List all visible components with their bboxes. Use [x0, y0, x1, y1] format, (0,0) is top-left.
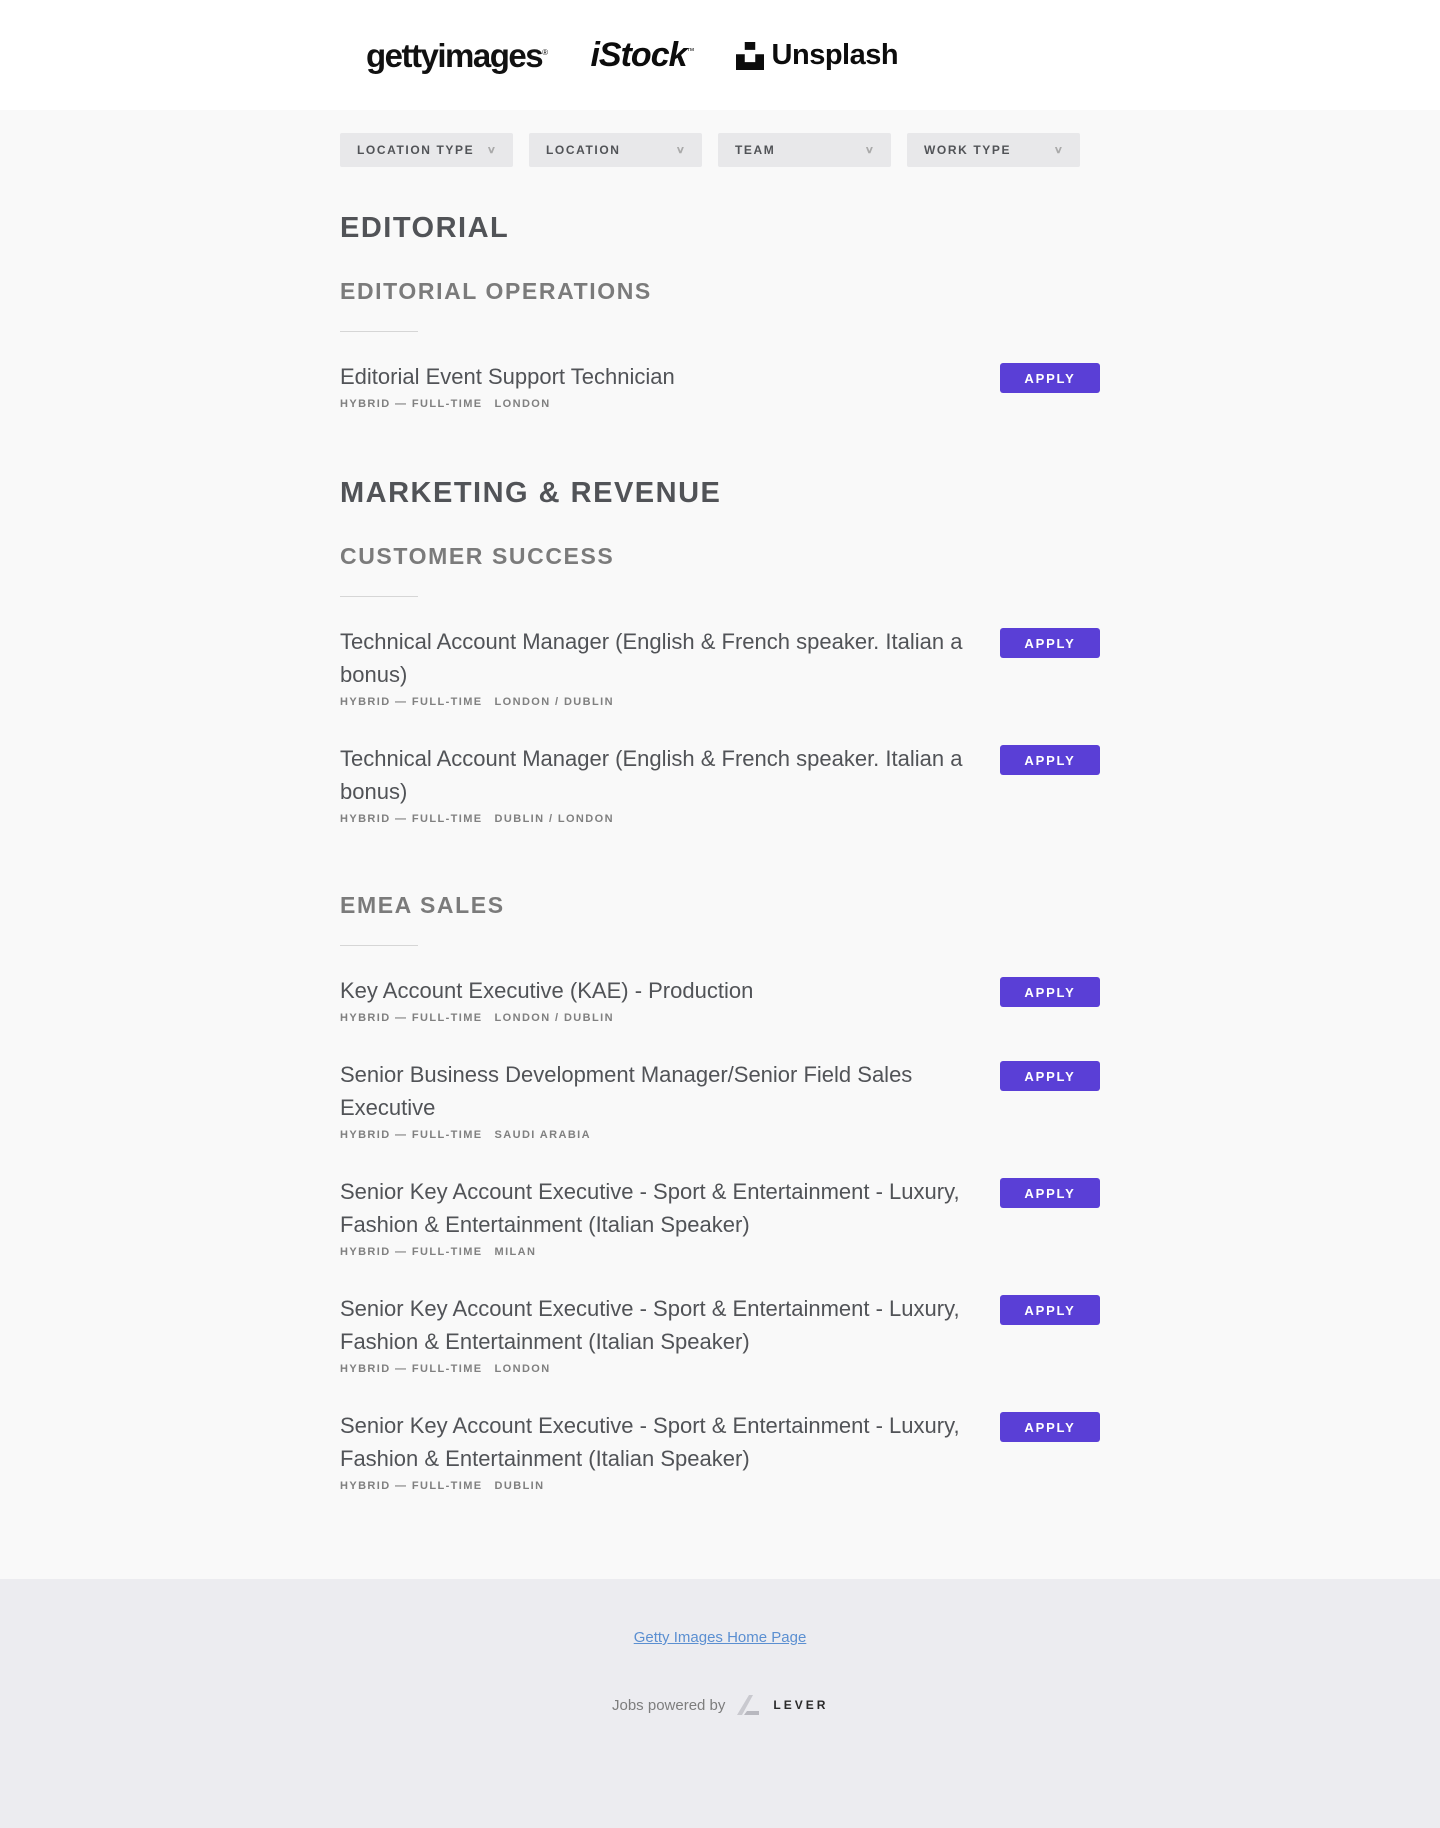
brand-logos: gettyimages® iStock™ Unsplash — [366, 36, 899, 75]
team-title: EDITORIAL OPERATIONS — [340, 278, 652, 304]
posting-meta: HYBRID — FULL-TIME LONDON / DUBLIN — [340, 696, 1100, 708]
page-header: gettyimages® iStock™ Unsplash — [0, 0, 1440, 110]
posting-location: SAUDI ARABIA — [494, 1129, 591, 1141]
posting-title[interactable]: Technical Account Manager (English & Fre… — [340, 625, 990, 691]
team-title: EMEA SALES — [340, 892, 505, 918]
job-posting[interactable]: Senior Key Account Executive - Sport & E… — [340, 1409, 1100, 1492]
filter-bar: LOCATION TYPE ∨ LOCATION ∨ TEAM ∨ WORK T… — [340, 133, 1096, 167]
chevron-down-icon: ∨ — [1053, 144, 1066, 156]
apply-button[interactable]: APPLY — [1000, 1412, 1100, 1442]
job-posting[interactable]: Technical Account Manager (English & Fre… — [340, 625, 1100, 708]
posting-location: LONDON / DUBLIN — [494, 1012, 614, 1024]
filter-location-type[interactable]: LOCATION TYPE ∨ — [340, 133, 513, 167]
filter-label: LOCATION TYPE — [357, 143, 475, 157]
posting-commitment: HYBRID — FULL-TIME — [340, 813, 483, 825]
posting-title[interactable]: Senior Key Account Executive - Sport & E… — [340, 1175, 990, 1241]
posting-title[interactable]: Senior Key Account Executive - Sport & E… — [340, 1409, 990, 1475]
gettyimages-trademark: ® — [542, 47, 548, 57]
team-divider — [340, 596, 418, 597]
unsplash-logo[interactable]: Unsplash — [735, 39, 899, 72]
istock-logo-text: iStock — [590, 36, 687, 74]
filter-label: TEAM — [735, 143, 776, 157]
posting-title[interactable]: Senior Business Development Manager/Seni… — [340, 1058, 990, 1124]
posting-meta: HYBRID — FULL-TIME DUBLIN / LONDON — [340, 813, 1100, 825]
posting-meta: HYBRID — FULL-TIME LONDON — [340, 398, 1100, 410]
filter-label: LOCATION — [546, 143, 621, 157]
apply-button[interactable]: APPLY — [1000, 977, 1100, 1007]
posting-title[interactable]: Editorial Event Support Technician — [340, 360, 990, 393]
filter-label: WORK TYPE — [924, 143, 1012, 157]
posting-commitment: HYBRID — FULL-TIME — [340, 1246, 483, 1258]
filter-location[interactable]: LOCATION ∨ — [529, 133, 702, 167]
team-divider — [340, 331, 418, 332]
posting-location: DUBLIN — [494, 1480, 545, 1492]
gettyimages-logo[interactable]: gettyimages® — [366, 36, 548, 75]
getty-home-link[interactable]: Getty Images Home Page — [0, 1629, 1440, 1646]
posting-meta: HYBRID — FULL-TIME LONDON — [340, 1363, 1100, 1375]
lever-logo-icon — [735, 1693, 761, 1717]
posting-location: MILAN — [494, 1246, 537, 1258]
powered-by-text: Jobs powered by — [612, 1696, 726, 1714]
istock-trademark: ™ — [686, 46, 695, 56]
posting-meta: HYBRID — FULL-TIME MILAN — [340, 1246, 1100, 1258]
department-title: EDITORIAL — [340, 212, 510, 244]
posting-meta: HYBRID — FULL-TIME DUBLIN — [340, 1480, 1100, 1492]
apply-button[interactable]: APPLY — [1000, 363, 1100, 393]
filter-team[interactable]: TEAM ∨ — [718, 133, 891, 167]
job-posting[interactable]: Senior Key Account Executive - Sport & E… — [340, 1175, 1100, 1258]
team-divider — [340, 945, 418, 946]
posting-commitment: HYBRID — FULL-TIME — [340, 696, 483, 708]
chevron-down-icon: ∨ — [675, 144, 688, 156]
posting-title[interactable]: Technical Account Manager (English & Fre… — [340, 742, 990, 808]
apply-button[interactable]: APPLY — [1000, 745, 1100, 775]
unsplash-logo-text: Unsplash — [771, 39, 899, 71]
posting-location: LONDON / DUBLIN — [494, 696, 614, 708]
job-posting[interactable]: Senior Business Development Manager/Seni… — [340, 1058, 1100, 1141]
posting-commitment: HYBRID — FULL-TIME — [340, 1480, 483, 1492]
powered-by-lever[interactable]: Jobs powered by LEVER — [612, 1693, 828, 1717]
posting-location: DUBLIN / LONDON — [494, 813, 614, 825]
posting-location: LONDON — [494, 398, 551, 410]
job-posting[interactable]: Key Account Executive (KAE) - Production… — [340, 974, 1100, 1024]
posting-title[interactable]: Key Account Executive (KAE) - Production — [340, 974, 990, 1007]
lever-wordmark: LEVER — [773, 1698, 829, 1712]
job-listings: LOCATION TYPE ∨ LOCATION ∨ TEAM ∨ WORK T… — [0, 110, 1440, 1579]
filter-work-type[interactable]: WORK TYPE ∨ — [907, 133, 1080, 167]
posting-commitment: HYBRID — FULL-TIME — [340, 1129, 483, 1141]
posting-meta: HYBRID — FULL-TIME LONDON / DUBLIN — [340, 1012, 1100, 1024]
unsplash-icon — [735, 41, 764, 70]
posting-commitment: HYBRID — FULL-TIME — [340, 398, 483, 410]
chevron-down-icon: ∨ — [486, 144, 499, 156]
apply-button[interactable]: APPLY — [1000, 1061, 1100, 1091]
team-title: CUSTOMER SUCCESS — [340, 543, 615, 569]
apply-button[interactable]: APPLY — [1000, 1178, 1100, 1208]
job-posting[interactable]: Editorial Event Support Technician HYBRI… — [340, 360, 1100, 410]
posting-title[interactable]: Senior Key Account Executive - Sport & E… — [340, 1292, 990, 1358]
page-footer: Getty Images Home Page Jobs powered by L… — [0, 1579, 1440, 1828]
job-posting[interactable]: Technical Account Manager (English & Fre… — [340, 742, 1100, 825]
department-title: MARKETING & REVENUE — [340, 477, 722, 509]
job-posting[interactable]: Senior Key Account Executive - Sport & E… — [340, 1292, 1100, 1375]
apply-button[interactable]: APPLY — [1000, 628, 1100, 658]
posting-commitment: HYBRID — FULL-TIME — [340, 1363, 483, 1375]
chevron-down-icon: ∨ — [864, 144, 877, 156]
istock-logo[interactable]: iStock™ — [590, 36, 695, 75]
posting-location: LONDON — [494, 1363, 551, 1375]
apply-button[interactable]: APPLY — [1000, 1295, 1100, 1325]
posting-commitment: HYBRID — FULL-TIME — [340, 1012, 483, 1024]
posting-meta: HYBRID — FULL-TIME SAUDI ARABIA — [340, 1129, 1100, 1141]
gettyimages-logo-text: gettyimages — [366, 36, 544, 74]
